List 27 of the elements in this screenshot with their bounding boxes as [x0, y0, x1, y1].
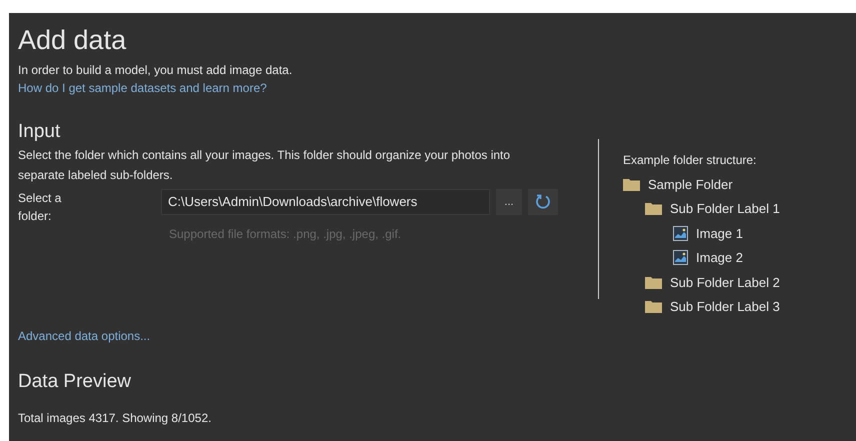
folder-path-field[interactable]: C:\Users\Admin\Downloads\archive\flowers: [161, 189, 490, 215]
tree-item: Sample Folder: [648, 176, 733, 194]
example-heading: Example folder structure:: [623, 152, 758, 169]
folder-icon: [645, 300, 662, 314]
formats-hint: Supported file formats: .png, .jpg, .jpeg, .gif.: [169, 226, 402, 243]
folder-icon: [645, 202, 662, 216]
refresh-icon: [534, 193, 552, 211]
folder-icon: [623, 178, 640, 191]
image-icon: [673, 250, 688, 266]
tree-item: Image 1: [696, 224, 743, 243]
image-icon: [673, 226, 688, 241]
help-link[interactable]: How do I get sample datasets and learn more?: [18, 79, 267, 97]
tree-item: Image 2: [696, 249, 743, 267]
folder-icon: [645, 276, 662, 289]
summary-text: Total images 4317. Showing 8/1052.: [18, 410, 212, 427]
tree-item: Sub Folder Label 1: [670, 200, 780, 218]
browse-button[interactable]: ...: [496, 189, 522, 215]
section-heading: Data Preview: [18, 370, 132, 394]
description-text: Select the folder which contains all your images. This folder should organize your photos into separate labeled sub-folders.: [18, 147, 512, 184]
page-title: Add data: [18, 24, 128, 57]
refresh-button[interactable]: [528, 189, 558, 215]
section-heading: Input: [18, 120, 62, 144]
intro-text: In order to build a model, you must add image data.: [18, 62, 294, 79]
tree-item: Sub Folder Label 3: [670, 298, 780, 316]
tree-item: Sub Folder Label 2: [670, 274, 780, 292]
advanced-options-link[interactable]: Advanced data options...: [18, 327, 150, 345]
field-label: Select a folder:: [18, 190, 62, 225]
